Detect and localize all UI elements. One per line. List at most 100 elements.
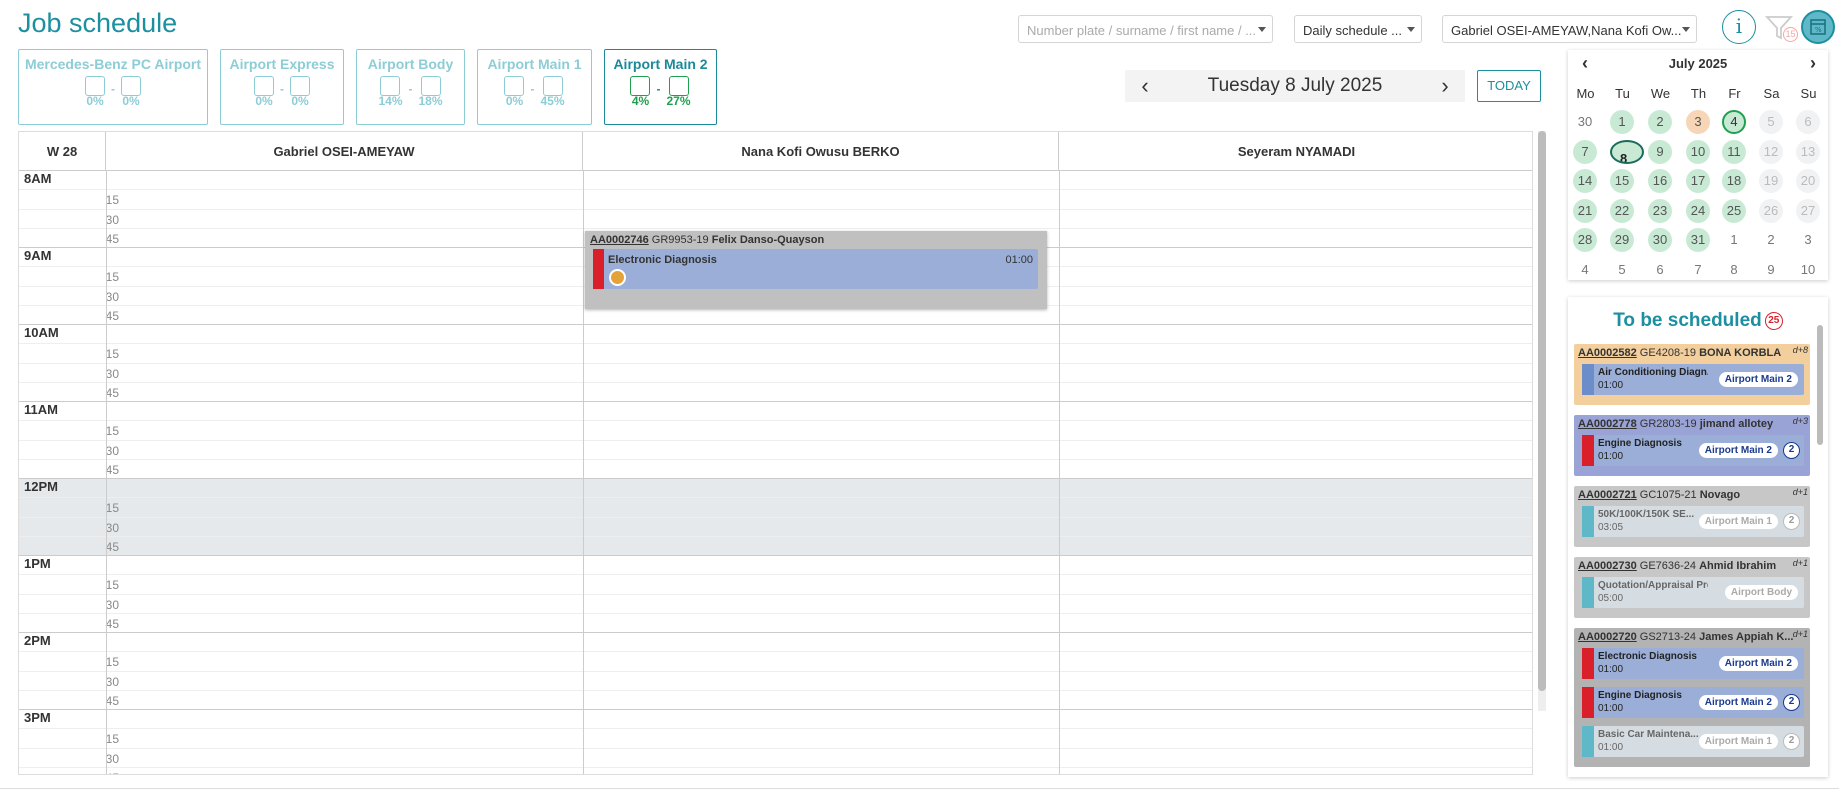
mini-calendar-day[interactable]: 7	[1686, 258, 1710, 282]
time-slot[interactable]: 15	[19, 729, 1532, 749]
bay-pill[interactable]: Airport Main 2	[1718, 656, 1798, 671]
time-slot[interactable]: 45	[19, 768, 1532, 774]
mini-calendar-day[interactable]: 5	[1759, 110, 1783, 134]
time-slot[interactable]: 15	[19, 190, 1532, 210]
bay-tab[interactable]: Airport Main 2 4% -27%	[604, 49, 717, 125]
mini-calendar-day[interactable]: 2	[1648, 110, 1672, 134]
time-slot[interactable]: 15	[19, 498, 1532, 518]
mini-calendar-day[interactable]: 6	[1796, 110, 1820, 134]
job-id-link[interactable]: AA0002720	[1578, 631, 1637, 643]
mini-calendar-day[interactable]: 13	[1796, 139, 1820, 164]
mini-calendar-day[interactable]: 22	[1610, 198, 1634, 223]
mini-calendar-day[interactable]: 7	[1573, 139, 1597, 164]
unscheduled-task[interactable]: Engine Diagnosis 01:00 Airport Main 2 2	[1582, 435, 1804, 466]
calendar-planner-icon[interactable]: %	[1801, 10, 1835, 44]
prev-day-button[interactable]: ‹	[1130, 70, 1160, 102]
time-slot[interactable]: 10AM	[19, 325, 1532, 345]
technician-select[interactable]: Gabriel OSEI-AMEYAW,Nana Kofi Ow...	[1442, 15, 1697, 43]
time-slot[interactable]: 15	[19, 652, 1532, 672]
mini-calendar-day[interactable]: 26	[1759, 198, 1783, 223]
mini-calendar-day[interactable]: 10	[1796, 258, 1820, 282]
job-id-link[interactable]: AA0002582	[1578, 347, 1637, 359]
mini-calendar-day[interactable]: 4	[1722, 110, 1746, 134]
time-slot[interactable]: 30	[19, 441, 1532, 460]
time-slot[interactable]: 30	[19, 672, 1532, 691]
mini-calendar-day[interactable]: 5	[1610, 258, 1634, 282]
mini-calendar-day[interactable]: 11	[1722, 139, 1746, 164]
today-button[interactable]: TODAY	[1477, 70, 1541, 102]
scheduled-job[interactable]: AA0002746 GR9953-19 Felix Danso-Quayson …	[585, 231, 1047, 309]
mini-calendar-day[interactable]: 15	[1610, 169, 1634, 193]
mini-calendar-day[interactable]: 19	[1759, 169, 1783, 193]
unscheduled-job-card[interactable]: AA0002721 GC1075-21 Novago d+1 50K/100K/15…	[1574, 486, 1810, 547]
mini-calendar-day[interactable]: 3	[1686, 110, 1710, 134]
bay-pill[interactable]: Airport Main 2	[1718, 372, 1798, 387]
time-slot[interactable]: 30	[19, 518, 1532, 537]
mini-calendar-day[interactable]: 2	[1759, 228, 1783, 252]
mini-calendar-day[interactable]: 8	[1610, 139, 1644, 164]
mini-calendar-day[interactable]: 9	[1759, 258, 1783, 282]
unscheduled-job-card[interactable]: AA0002720 GS2713-24 James Appiah K... d+1…	[1574, 628, 1810, 767]
unscheduled-task[interactable]: Quotation/Appraisal Prep... 05:00 Airport …	[1582, 577, 1804, 608]
unscheduled-job-card[interactable]: AA0002730 GE7636-24 Ahmid Ibrahim d+1 Quot…	[1574, 557, 1810, 618]
time-slot[interactable]: 8AM	[19, 171, 1532, 191]
next-day-button[interactable]: ›	[1430, 70, 1460, 102]
time-slot[interactable]: 45	[19, 537, 1532, 556]
mini-calendar-day[interactable]: 1	[1722, 228, 1746, 252]
unscheduled-task[interactable]: Air Conditioning Diagn... 01:00 Airport Ma…	[1582, 364, 1804, 395]
filter-icon[interactable]: 15	[1762, 10, 1798, 44]
time-slot[interactable]: 15	[19, 421, 1532, 441]
search-select[interactable]: Number plate / surname / first name / ..…	[1018, 15, 1273, 43]
time-slot[interactable]: 30	[19, 749, 1532, 768]
mini-calendar-day[interactable]: 21	[1573, 198, 1597, 223]
time-slot[interactable]: 45	[19, 691, 1532, 710]
mini-calendar-day[interactable]: 29	[1610, 228, 1634, 252]
time-slot[interactable]: 45	[19, 383, 1532, 402]
bay-tab[interactable]: Airport Main 1 0% -45%	[477, 49, 592, 125]
panel-scrollbar[interactable]	[1817, 325, 1823, 445]
bay-pill[interactable]: Airport Body	[1724, 585, 1798, 600]
mini-calendar-day[interactable]: 3	[1796, 228, 1820, 252]
time-slot[interactable]: 15	[19, 575, 1532, 595]
unscheduled-task[interactable]: Electronic Diagnosis 01:00 Airport Main 2	[1582, 648, 1804, 679]
mini-calendar-day[interactable]: 24	[1686, 198, 1710, 223]
scrollbar-thumb[interactable]	[1538, 131, 1546, 691]
unscheduled-task[interactable]: 50K/100K/150K SE... 03:05 Airport Main 1 2	[1582, 506, 1804, 537]
time-slot[interactable]: 2PM	[19, 633, 1532, 653]
mini-calendar-day[interactable]: 31	[1686, 228, 1710, 252]
bay-pill[interactable]: Airport Main 2	[1698, 695, 1778, 710]
time-slot[interactable]: 45	[19, 460, 1532, 479]
job-id-link[interactable]: AA0002730	[1578, 560, 1637, 572]
view-select[interactable]: Daily schedule ...	[1294, 15, 1422, 43]
mini-calendar-day[interactable]: 28	[1573, 228, 1597, 252]
mini-calendar-day[interactable]: 6	[1648, 258, 1672, 282]
mini-calendar-day[interactable]: 9	[1648, 139, 1672, 164]
mini-calendar-day[interactable]: 10	[1686, 139, 1710, 164]
mini-calendar-day[interactable]: 30	[1573, 110, 1597, 134]
bay-tab[interactable]: Airport Express 0% -0%	[220, 49, 344, 125]
time-slot[interactable]: 11AM	[19, 402, 1532, 422]
unscheduled-job-card[interactable]: AA0002582 GE4208-19 BONA KORBLA d+8 Air Co…	[1574, 344, 1810, 405]
bay-pill[interactable]: Airport Main 2	[1698, 443, 1778, 458]
time-slot[interactable]: 12PM	[19, 479, 1532, 499]
time-slot[interactable]: 30	[19, 595, 1532, 614]
time-slot[interactable]: 1PM	[19, 556, 1532, 576]
bay-tab[interactable]: Mercedes-Benz PC Airport 0% -0%	[18, 49, 208, 125]
time-slot[interactable]: 45	[19, 614, 1532, 633]
mini-calendar-day[interactable]: 17	[1686, 169, 1710, 193]
mini-calendar-day[interactable]: 25	[1722, 198, 1746, 223]
next-month-button[interactable]: ›	[1810, 53, 1816, 74]
mini-calendar-day[interactable]: 20	[1796, 169, 1820, 193]
job-id-link[interactable]: AA0002721	[1578, 489, 1637, 501]
info-icon[interactable]: i	[1722, 10, 1756, 44]
mini-calendar-day[interactable]: 14	[1573, 169, 1597, 193]
time-slot[interactable]: 3PM	[19, 710, 1532, 730]
mini-calendar-day[interactable]: 16	[1648, 169, 1672, 193]
schedule-scrollbar[interactable]	[1538, 131, 1546, 711]
mini-calendar-day[interactable]: 27	[1796, 198, 1820, 223]
time-slot[interactable]: 30	[19, 210, 1532, 229]
mini-calendar-day[interactable]: 12	[1759, 139, 1783, 164]
mini-calendar-day[interactable]: 1	[1610, 110, 1634, 134]
time-slot[interactable]: 15	[19, 344, 1532, 364]
unscheduled-task[interactable]: Engine Diagnosis 01:00 Airport Main 2 2	[1582, 687, 1804, 718]
